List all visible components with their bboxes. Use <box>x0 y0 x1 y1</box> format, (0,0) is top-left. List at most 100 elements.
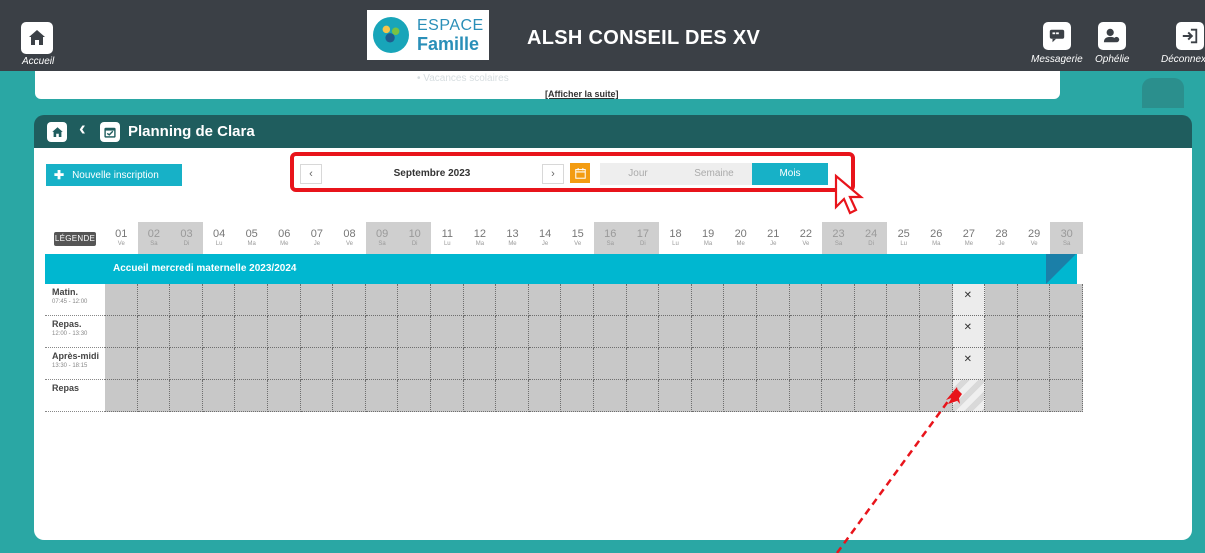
day-slot-cell[interactable] <box>822 348 855 380</box>
day-slot-cell[interactable] <box>268 380 301 412</box>
tab-jour[interactable]: Jour <box>600 163 676 185</box>
day-slot-cell[interactable] <box>854 284 888 316</box>
day-slot-cell[interactable] <box>561 348 594 380</box>
day-slot-cell[interactable] <box>757 284 790 316</box>
legend-button[interactable]: LÉGENDE <box>54 232 96 246</box>
day-slot-cell[interactable] <box>920 284 953 316</box>
day-slot-cell[interactable] <box>528 316 562 348</box>
day-slot-cell[interactable] <box>496 284 529 316</box>
day-slot-cell[interactable] <box>626 380 660 412</box>
day-slot-cell[interactable] <box>170 284 203 316</box>
day-slot-cell[interactable] <box>365 380 399 412</box>
day-slot-cell[interactable] <box>724 348 757 380</box>
day-slot-cell[interactable] <box>594 284 627 316</box>
day-slot-cell[interactable] <box>463 316 497 348</box>
account-button[interactable]: Ophélie <box>1095 22 1129 65</box>
day-slot-cell[interactable] <box>952 380 986 412</box>
panel-home-button[interactable] <box>47 122 67 142</box>
day-slot-cell[interactable] <box>365 284 399 316</box>
day-slot-cell[interactable] <box>496 316 529 348</box>
day-slot-cell[interactable] <box>626 284 660 316</box>
day-slot-cell[interactable] <box>854 348 888 380</box>
espace-famille-logo[interactable]: ESPACE Famille <box>367 10 489 60</box>
calendar-picker-icon[interactable] <box>570 163 590 183</box>
day-slot-cell[interactable] <box>920 316 953 348</box>
day-slot-cell[interactable] <box>333 380 366 412</box>
day-slot-cell[interactable] <box>659 380 692 412</box>
day-slot-cell[interactable] <box>398 348 431 380</box>
day-slot-cell[interactable] <box>202 316 236 348</box>
day-slot-cell[interactable] <box>463 380 497 412</box>
day-slot-cell[interactable] <box>854 380 888 412</box>
day-slot-cell[interactable] <box>1017 380 1051 412</box>
day-slot-cell[interactable] <box>691 316 725 348</box>
tab-semaine[interactable]: Semaine <box>676 163 752 185</box>
day-slot-cell[interactable] <box>1017 348 1051 380</box>
day-slot-cell[interactable] <box>920 380 953 412</box>
day-slot-cell[interactable] <box>202 380 236 412</box>
day-slot-cell[interactable] <box>528 348 562 380</box>
day-slot-cell[interactable]: ✕ <box>952 284 986 316</box>
day-slot-cell[interactable] <box>594 380 627 412</box>
day-slot-cell[interactable] <box>1017 284 1051 316</box>
day-slot-cell[interactable] <box>365 316 399 348</box>
day-slot-cell[interactable] <box>887 380 920 412</box>
day-slot-cell[interactable]: ✕ <box>952 316 986 348</box>
day-slot-cell[interactable] <box>431 380 464 412</box>
logout-button[interactable]: Déconnexion <box>1161 22 1205 65</box>
day-slot-cell[interactable] <box>659 284 692 316</box>
day-slot-cell[interactable] <box>300 380 334 412</box>
day-slot-cell[interactable] <box>691 380 725 412</box>
day-slot-cell[interactable] <box>365 348 399 380</box>
day-slot-cell[interactable] <box>757 348 790 380</box>
day-slot-cell[interactable] <box>333 348 366 380</box>
day-slot-cell[interactable] <box>887 316 920 348</box>
day-slot-cell[interactable] <box>854 316 888 348</box>
day-slot-cell[interactable] <box>137 348 171 380</box>
day-slot-cell[interactable] <box>887 284 920 316</box>
day-slot-cell[interactable] <box>724 380 757 412</box>
day-slot-cell[interactable] <box>398 316 431 348</box>
day-slot-cell[interactable] <box>235 348 268 380</box>
day-slot-cell[interactable] <box>235 316 268 348</box>
day-slot-cell[interactable] <box>822 316 855 348</box>
day-slot-cell[interactable] <box>398 284 431 316</box>
day-slot-cell[interactable] <box>105 284 138 316</box>
day-slot-cell[interactable] <box>1017 316 1051 348</box>
day-slot-cell[interactable] <box>789 316 823 348</box>
next-month-button[interactable]: › <box>542 164 564 184</box>
day-slot-cell[interactable] <box>137 284 171 316</box>
day-slot-cell[interactable] <box>789 284 823 316</box>
day-slot-cell[interactable] <box>268 348 301 380</box>
day-slot-cell[interactable] <box>333 316 366 348</box>
day-slot-cell[interactable] <box>300 316 334 348</box>
messaging-button[interactable]: Messagerie <box>1031 22 1083 65</box>
day-slot-cell[interactable] <box>594 348 627 380</box>
day-slot-cell[interactable] <box>300 348 334 380</box>
day-slot-cell[interactable] <box>431 348 464 380</box>
day-slot-cell[interactable] <box>1050 380 1083 412</box>
day-slot-cell[interactable] <box>170 316 203 348</box>
day-slot-cell[interactable] <box>985 348 1018 380</box>
day-slot-cell[interactable] <box>202 284 236 316</box>
day-slot-cell[interactable] <box>626 348 660 380</box>
day-slot-cell[interactable] <box>235 284 268 316</box>
day-slot-cell[interactable] <box>268 316 301 348</box>
day-slot-cell[interactable]: ✕ <box>952 348 986 380</box>
day-slot-cell[interactable] <box>333 284 366 316</box>
day-slot-cell[interactable] <box>398 380 431 412</box>
day-slot-cell[interactable] <box>985 316 1018 348</box>
day-slot-cell[interactable] <box>561 380 594 412</box>
day-slot-cell[interactable] <box>822 284 855 316</box>
day-slot-cell[interactable] <box>300 284 334 316</box>
day-slot-cell[interactable] <box>1050 348 1083 380</box>
day-slot-cell[interactable] <box>463 284 497 316</box>
day-slot-cell[interactable] <box>431 316 464 348</box>
day-slot-cell[interactable] <box>789 348 823 380</box>
tab-mois[interactable]: Mois <box>752 163 828 185</box>
day-slot-cell[interactable] <box>1050 316 1083 348</box>
new-registration-button[interactable]: ✚ Nouvelle inscription <box>46 164 182 186</box>
day-slot-cell[interactable] <box>528 284 562 316</box>
day-slot-cell[interactable] <box>463 348 497 380</box>
day-slot-cell[interactable] <box>920 348 953 380</box>
